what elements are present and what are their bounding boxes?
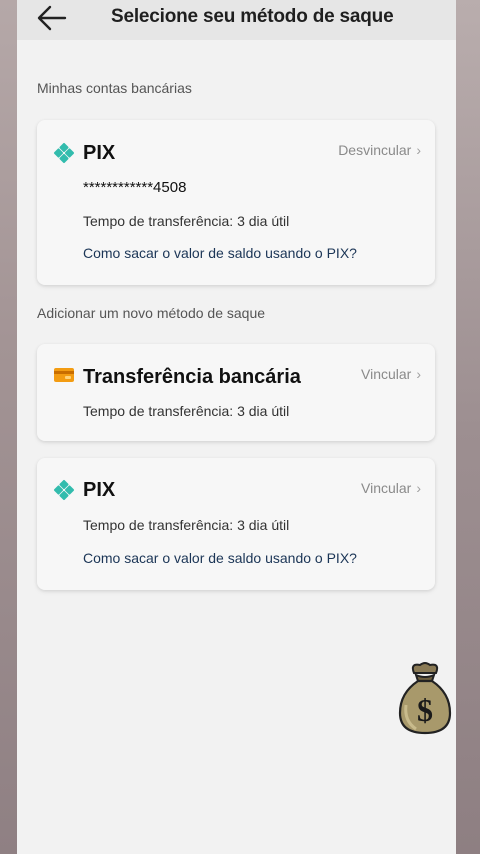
link-label: Vincular <box>361 366 412 382</box>
add-pix-card[interactable]: PIX Vincular › Tempo de transferência: 3 … <box>37 458 435 590</box>
pix-help-link[interactable]: Como sacar o valor de saldo usando o PIX… <box>83 550 357 566</box>
chevron-right-icon: › <box>416 142 421 158</box>
pix-help-link[interactable]: Como sacar o valor de saldo usando o PIX… <box>83 245 357 261</box>
card-title: PIX <box>83 142 116 164</box>
arrow-left-icon[interactable] <box>35 3 69 33</box>
unlink-label: Desvincular <box>338 142 412 158</box>
link-pix-button[interactable]: Vincular › <box>361 480 421 496</box>
bank-card-icon <box>54 368 74 382</box>
transfer-time: Tempo de transferência: 3 dia útil <box>83 517 290 533</box>
svg-text:$: $ <box>417 692 433 728</box>
link-bank-button[interactable]: Vincular › <box>361 366 421 382</box>
card-title: Transferência bancária <box>83 366 301 388</box>
top-bar: Selecione seu método de saque <box>17 0 456 40</box>
pix-diamond-icon <box>53 142 75 164</box>
page-title: Selecione seu método de saque <box>111 6 394 27</box>
background-left-edge <box>0 0 17 854</box>
link-label: Vincular <box>361 480 412 496</box>
bank-transfer-card[interactable]: Transferência bancária Vincular › Tempo d… <box>37 344 435 441</box>
pix-diamond-icon <box>53 479 75 501</box>
masked-account-number: ************4508 <box>83 179 187 196</box>
unlink-button[interactable]: Desvincular › <box>338 142 421 158</box>
section-label-add-method: Adicionar um novo método de saque <box>37 305 266 321</box>
background-right-edge <box>456 0 480 854</box>
linked-pix-card: PIX Desvincular › ************4508 Tempo … <box>37 120 435 285</box>
money-bag-icon: $ <box>398 662 452 735</box>
section-label-my-accounts: Minhas contas bancárias <box>37 80 192 96</box>
transfer-time: Tempo de transferência: 3 dia útil <box>83 213 290 229</box>
app-screen: Selecione seu método de saque Minhas con… <box>17 0 456 854</box>
chevron-right-icon: › <box>416 480 421 496</box>
transfer-time: Tempo de transferência: 3 dia útil <box>83 403 290 419</box>
chevron-right-icon: › <box>416 366 421 382</box>
card-title: PIX <box>83 479 116 501</box>
